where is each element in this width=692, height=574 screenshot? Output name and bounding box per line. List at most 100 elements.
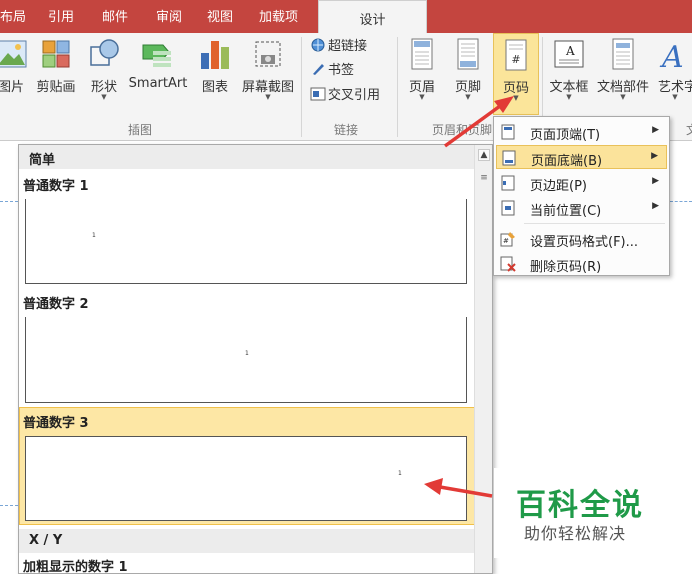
format-page-numbers-icon: #: [500, 232, 515, 247]
wordart-icon: A: [659, 40, 684, 71]
wordart-button[interactable]: A 艺术字 ▼: [654, 33, 692, 119]
cross-reference-button[interactable]: 交叉引用: [310, 84, 380, 103]
watermark-logo: 百科全说 助你轻松解决: [494, 468, 692, 558]
header-footer-group-label: 页眉和页脚: [432, 123, 492, 137]
group-separator: [397, 37, 398, 137]
hyperlink-label: 超链接: [328, 39, 368, 54]
tab-design-label: 设计: [359, 13, 386, 28]
page-number-preview: 1: [92, 232, 96, 239]
submenu-arrow-icon: ▶: [652, 176, 659, 186]
tab-addins[interactable]: 加载项: [259, 6, 298, 25]
clipart-label: 剪贴画: [36, 80, 76, 95]
menu-item-label: 设置页码格式(F)...: [530, 235, 639, 250]
gallery-item-title[interactable]: 加粗显示的数字 1: [23, 556, 128, 573]
wordart-dropdown-icon: ▼: [672, 93, 678, 101]
watermark-subtitle: 助你轻松解决: [524, 524, 627, 543]
bookmark-label: 书签: [328, 63, 355, 78]
footer-dropdown-icon: ▼: [465, 93, 471, 101]
gallery-item-title: 普通数字 2: [23, 297, 89, 312]
screenshot-button[interactable]: 屏幕截图 ▼: [238, 33, 298, 119]
shapes-dropdown-icon: ▼: [101, 93, 107, 101]
tab-mailings[interactable]: 邮件: [102, 6, 128, 25]
picture-button[interactable]: 图片: [0, 33, 28, 119]
quick-parts-button[interactable]: 文档部件 ▼: [594, 33, 652, 119]
menu-item-label: 页面底端(B): [531, 154, 603, 169]
menu-separator: [524, 223, 665, 224]
tab-references[interactable]: 引用: [48, 6, 74, 25]
chart-button[interactable]: 图表: [195, 33, 235, 119]
header-icon: [411, 38, 433, 70]
bottom-of-page-icon: [502, 150, 516, 166]
current-position-icon: [501, 200, 515, 216]
chart-icon: [201, 41, 229, 69]
tab-layout[interactable]: 布局: [0, 6, 26, 25]
page-margin-guide: [670, 201, 692, 202]
page-number-button[interactable]: # 页码 ▼: [493, 33, 539, 115]
tab-design[interactable]: 设计: [318, 0, 427, 33]
group-separator: [301, 37, 302, 137]
header-dropdown-icon: ▼: [419, 93, 425, 101]
header-button[interactable]: 页眉 ▼: [402, 33, 442, 119]
page-number-preview: 1: [245, 350, 249, 357]
footer-icon: [457, 38, 479, 70]
shapes-button[interactable]: 形状 ▼: [84, 33, 124, 119]
menu-item-format-page-numbers[interactable]: # 设置页码格式(F)...: [496, 227, 667, 251]
menu-item-top-of-page[interactable]: 页面顶端(T) ▶: [496, 120, 667, 144]
smartart-button[interactable]: SmartArt: [126, 33, 190, 119]
chart-label: 图表: [201, 80, 228, 95]
picture-label: 图片: [0, 80, 24, 95]
gallery-item-plain-number-2[interactable]: 1: [25, 317, 467, 403]
watermark-title: 百科全说: [516, 488, 644, 523]
menu-item-current-position[interactable]: 当前位置(C) ▶: [496, 196, 667, 220]
textbox-button[interactable]: A 文本框 ▼: [546, 33, 592, 119]
page-number-menu: 页面顶端(T) ▶ 页面底端(B) ▶ 页边距(P) ▶ 当前位置(C) ▶ #: [493, 116, 670, 276]
textbox-dropdown-icon: ▼: [566, 93, 572, 101]
smartart-label: SmartArt: [128, 76, 188, 91]
tab-view[interactable]: 视图: [207, 6, 233, 25]
menu-item-label: 删除页码(R): [530, 260, 602, 275]
hyperlink-icon: [311, 38, 325, 52]
picture-icon: [0, 40, 27, 68]
gallery-item-plain-number-1[interactable]: 1: [25, 199, 467, 284]
tab-review[interactable]: 审阅: [156, 6, 182, 25]
menu-item-bottom-of-page[interactable]: 页面底端(B) ▶: [496, 145, 667, 169]
screenshot-icon: [255, 41, 281, 67]
svg-text:#: #: [503, 237, 509, 245]
page-margin-guide: [0, 201, 18, 202]
menu-item-remove-page-numbers[interactable]: 删除页码(R): [496, 252, 667, 276]
page-number-preview: 1: [398, 470, 402, 477]
svg-text:#: #: [511, 53, 520, 66]
page-margin-guide: [0, 505, 18, 506]
top-of-page-icon: [501, 124, 515, 140]
submenu-arrow-icon: ▶: [651, 151, 658, 161]
smartart-icon: [142, 44, 171, 67]
gallery-item-title: 普通数字 3: [23, 416, 89, 431]
cross-reference-label: 交叉引用: [328, 88, 381, 103]
menu-item-page-margins[interactable]: 页边距(P) ▶: [496, 171, 667, 195]
gallery-scrollbar[interactable]: ▲ ≡: [474, 145, 492, 573]
hyperlink-button[interactable]: 超链接: [310, 35, 367, 54]
page-number-dropdown-icon: ▼: [513, 94, 519, 102]
submenu-arrow-icon: ▶: [652, 125, 659, 135]
bookmark-icon: [313, 64, 324, 75]
gallery-item-title: 普通数字 1: [23, 179, 89, 194]
menu-item-label: 当前位置(C): [530, 204, 602, 219]
textbox-icon: A: [554, 40, 584, 68]
links-group-label: 链接: [334, 123, 359, 137]
scroll-more-icon[interactable]: ≡: [478, 173, 490, 185]
screenshot-dropdown-icon: ▼: [265, 93, 271, 101]
menu-item-label: 页边距(P): [530, 179, 587, 194]
svg-text:A: A: [565, 44, 575, 58]
scroll-up-icon[interactable]: ▲: [478, 149, 490, 161]
menu-item-label: 页面顶端(T): [530, 128, 601, 143]
svg-text:A: A: [659, 40, 684, 71]
shapes-icon: [90, 39, 119, 66]
page-number-gallery: 简单 普通数字 1 1 普通数字 2 1 普通数字 3 1 X / Y 加粗显示…: [18, 144, 493, 574]
bookmark-button[interactable]: 书签: [310, 59, 354, 78]
gallery-item-plain-number-3[interactable]: 1: [25, 436, 467, 521]
text-group-label: 文: [686, 121, 692, 138]
remove-page-numbers-icon: [500, 256, 516, 272]
cross-reference-icon: [310, 87, 326, 101]
footer-button[interactable]: 页脚 ▼: [448, 33, 488, 119]
clipart-button[interactable]: 剪贴画: [33, 33, 79, 119]
